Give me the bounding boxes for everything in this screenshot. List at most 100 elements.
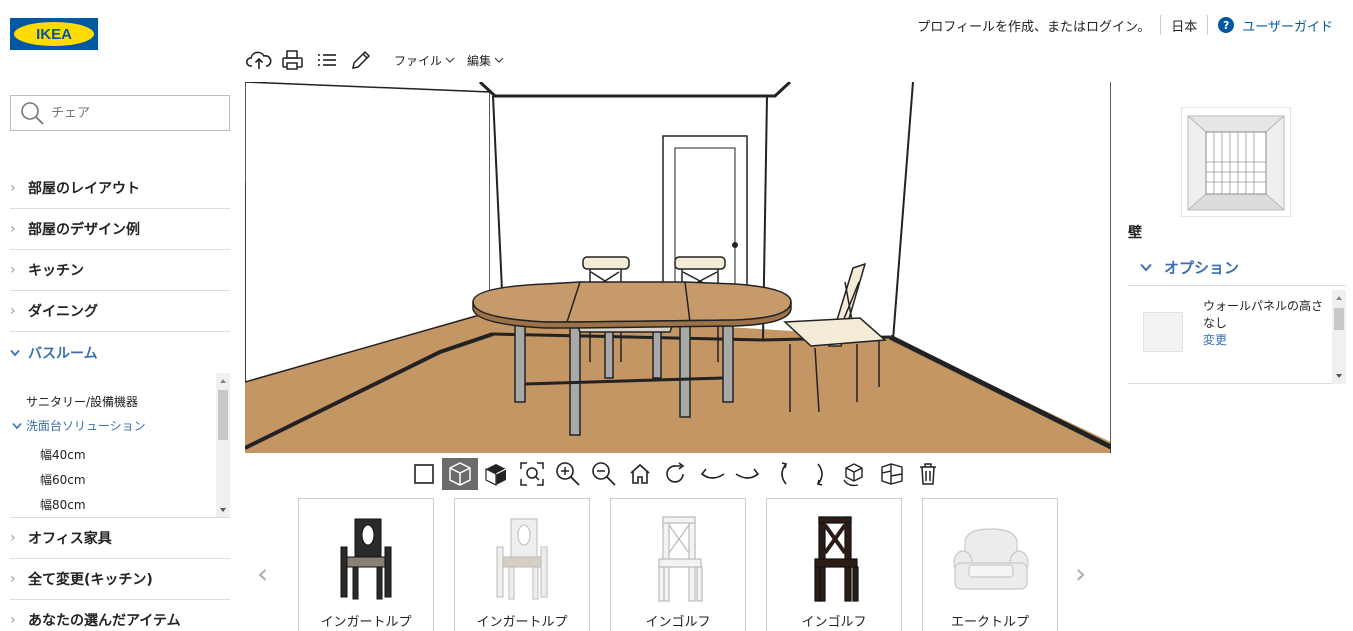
search-box bbox=[10, 95, 230, 131]
walls-icon[interactable] bbox=[874, 458, 910, 490]
chevron-right-icon: › bbox=[10, 180, 16, 196]
print-icon[interactable] bbox=[280, 47, 306, 73]
logo-text: IKEA bbox=[36, 26, 72, 43]
category-dining[interactable]: › ダイニング bbox=[10, 291, 230, 332]
category-label: バスルーム bbox=[28, 345, 98, 362]
2d-view-icon[interactable] bbox=[406, 458, 442, 490]
change-link[interactable]: 変更 bbox=[1203, 332, 1323, 349]
product-card-ingatorp-black[interactable]: インガートルプ bbox=[298, 498, 434, 631]
scroll-up-icon[interactable] bbox=[1332, 293, 1346, 303]
chair-image bbox=[496, 518, 548, 600]
chevron-down-icon bbox=[494, 57, 504, 63]
armchair-image bbox=[953, 528, 1029, 590]
user-guide-link[interactable]: ? ユーザーガイド bbox=[1218, 16, 1333, 35]
option-wall-panel: ウォールパネルの高さ なし 変更 bbox=[1128, 290, 1346, 384]
room-scene bbox=[245, 82, 1111, 453]
search-input[interactable] bbox=[51, 105, 221, 121]
category-label: 全て変更(キッチン) bbox=[28, 572, 153, 588]
view-toolbar bbox=[406, 458, 946, 490]
category-room-design[interactable]: › 部屋のデザイン例 bbox=[10, 209, 230, 250]
sub-washbasin[interactable]: 洗面台ソリューション bbox=[12, 417, 146, 434]
sub-width-40[interactable]: 幅40cm bbox=[40, 446, 86, 463]
rotate-up-icon[interactable] bbox=[658, 458, 694, 490]
search-icon[interactable] bbox=[19, 100, 45, 126]
properties-panel: 壁 オプション ウォールパネルの高さ なし 変更 bbox=[1111, 82, 1353, 631]
option-name: ウォールパネルの高さ bbox=[1203, 299, 1324, 313]
product-card-ektorp[interactable]: エークトルプ bbox=[922, 498, 1058, 631]
category-label: ダイニング bbox=[28, 304, 98, 320]
category-change-all-kitchen[interactable]: › 全て変更(キッチン) bbox=[10, 559, 230, 600]
home-view-icon[interactable] bbox=[622, 458, 658, 490]
header: IKEA ファイル 編集 プロフィールを作成、またはログイン。 日本 ? ユーザ… bbox=[0, 0, 1353, 82]
solid-box-icon[interactable] bbox=[478, 458, 514, 490]
ikea-logo[interactable]: IKEA bbox=[10, 18, 98, 50]
rotate-right-icon[interactable] bbox=[730, 458, 766, 490]
file-menu[interactable]: ファイル bbox=[394, 52, 455, 69]
options-scrollbar[interactable] bbox=[1332, 290, 1346, 384]
product-card-ingolf-white[interactable]: インゴルフ bbox=[610, 498, 746, 631]
door bbox=[662, 135, 748, 307]
chevron-down-icon bbox=[445, 57, 455, 63]
product-name: インゴルフ bbox=[801, 615, 867, 630]
scrollbar-thumb[interactable] bbox=[218, 390, 228, 440]
file-menu-label: ファイル bbox=[394, 53, 443, 68]
category-your-items[interactable]: › あなたの選んだアイテム bbox=[10, 600, 230, 631]
chevron-down-icon bbox=[12, 419, 22, 433]
main-toolbar: ファイル 編集 bbox=[246, 46, 504, 74]
product-card-ingatorp-white[interactable]: インガートルプ bbox=[454, 498, 590, 631]
chair-image bbox=[340, 518, 392, 600]
login-link[interactable]: プロフィールを作成、またはログイン。 bbox=[917, 16, 1150, 35]
scroll-down-icon[interactable] bbox=[1332, 371, 1346, 381]
trash-icon[interactable] bbox=[910, 458, 946, 490]
zoom-fit-icon[interactable] bbox=[514, 458, 550, 490]
bathroom-subcategories: サニタリー/設備機器 洗面台ソリューション 幅40cm 幅60cm 幅80cm bbox=[10, 373, 230, 518]
category-room-layout[interactable]: › 部屋のレイアウト bbox=[10, 168, 230, 209]
list-icon[interactable] bbox=[314, 47, 340, 73]
product-name: エークトルプ bbox=[950, 615, 1029, 630]
turn-left-icon[interactable] bbox=[766, 458, 802, 490]
sub-washbasin-label: 洗面台ソリューション bbox=[25, 419, 146, 433]
wall-preview-thumbnail[interactable] bbox=[1181, 107, 1291, 217]
user-guide-label: ユーザーガイド bbox=[1242, 19, 1333, 35]
category-kitchen[interactable]: › キッチン bbox=[10, 250, 230, 291]
sub-sanitary[interactable]: サニタリー/設備機器 bbox=[26, 393, 138, 410]
cloud-save-icon[interactable] bbox=[246, 47, 272, 73]
product-carousel: ‹ インガートルプ インガートルプ インゴルフ インゴルフ エークトルプ › bbox=[245, 492, 1111, 631]
option-swatch[interactable] bbox=[1143, 312, 1183, 352]
product-name: インガートルプ bbox=[320, 615, 412, 630]
chevron-left-icon[interactable]: ‹ bbox=[257, 557, 268, 590]
scroll-up-icon[interactable] bbox=[216, 376, 230, 386]
chevron-right-icon: › bbox=[10, 530, 16, 546]
edit-menu[interactable]: 編集 bbox=[467, 52, 504, 69]
option-value: なし bbox=[1203, 316, 1228, 330]
room-3d-viewport[interactable] bbox=[245, 82, 1111, 453]
chevron-right-icon[interactable]: › bbox=[1075, 557, 1086, 590]
sub-width-60[interactable]: 幅60cm bbox=[40, 471, 86, 488]
chevron-right-icon: › bbox=[10, 221, 16, 237]
scroll-down-icon[interactable] bbox=[216, 505, 230, 515]
zoom-in-icon[interactable] bbox=[550, 458, 586, 490]
pencil-icon[interactable] bbox=[348, 47, 374, 73]
rotate-3d-icon[interactable] bbox=[838, 458, 874, 490]
product-name: インゴルフ bbox=[645, 615, 711, 630]
chevron-right-icon: › bbox=[10, 303, 16, 319]
product-card-ingolf-brown[interactable]: インゴルフ bbox=[766, 498, 902, 631]
category-office[interactable]: › オフィス家具 bbox=[10, 518, 230, 559]
category-bathroom[interactable]: バスルーム bbox=[10, 332, 230, 373]
category-label: 部屋のデザイン例 bbox=[28, 222, 140, 238]
scrollbar-thumb[interactable] bbox=[1334, 308, 1344, 330]
catalog-sidebar: › 部屋のレイアウト › 部屋のデザイン例 › キッチン › ダイニング バスルーム サ… bbox=[0, 82, 245, 631]
3d-view-icon[interactable] bbox=[442, 458, 478, 490]
sub-width-80[interactable]: 幅80cm bbox=[40, 496, 86, 513]
options-toggle[interactable]: オプション bbox=[1128, 250, 1346, 286]
turn-right-icon[interactable] bbox=[802, 458, 838, 490]
rotate-left-icon[interactable] bbox=[694, 458, 730, 490]
language-selector[interactable]: 日本 bbox=[1171, 16, 1197, 35]
zoom-out-icon[interactable] bbox=[586, 458, 622, 490]
subpanel-scrollbar[interactable] bbox=[216, 373, 230, 517]
category-label: 部屋のレイアウト bbox=[28, 181, 140, 197]
category-label: オフィス家具 bbox=[28, 531, 112, 547]
chevron-right-icon: › bbox=[10, 262, 16, 278]
help-icon: ? bbox=[1218, 17, 1235, 33]
category-label: あなたの選んだアイテム bbox=[28, 613, 181, 629]
